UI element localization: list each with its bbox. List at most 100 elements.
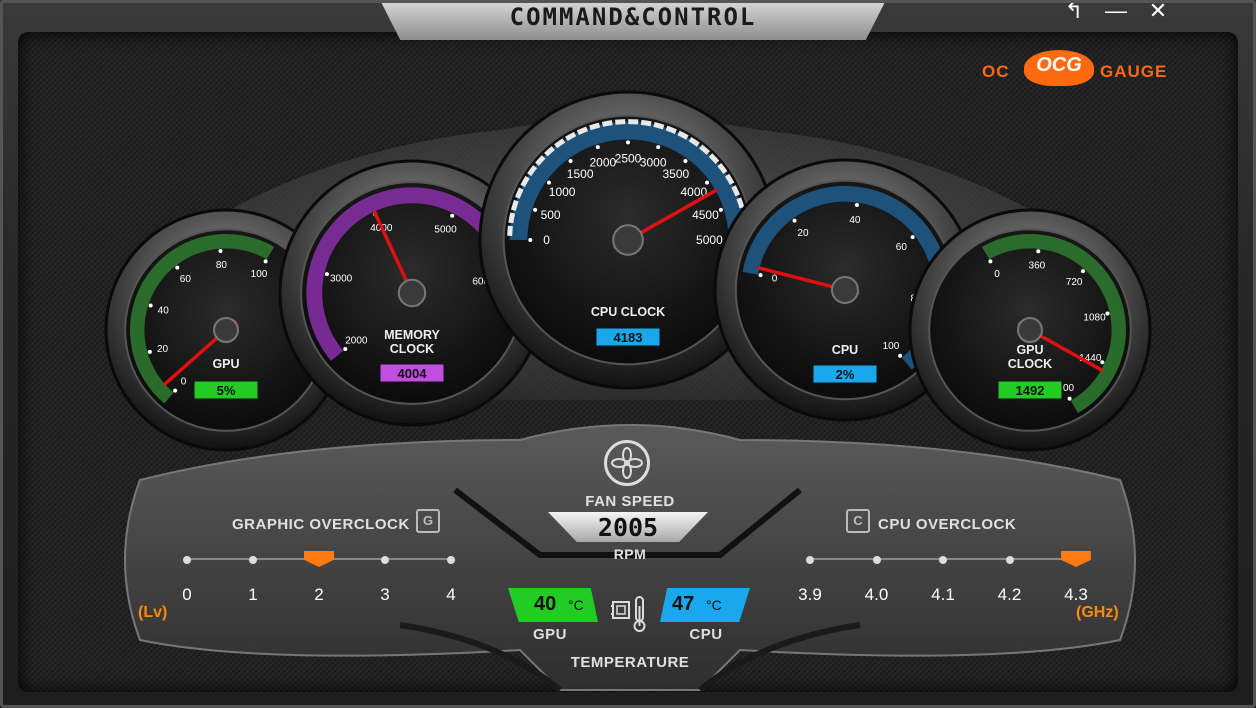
cpu-needle-hub [831,276,859,304]
gpu-tick-label: 100 [251,269,268,280]
cpu-label: CPU [832,343,858,357]
gpu-tick-label: 0 [181,377,187,388]
cpu-overclock-level-label: 4.2 [997,585,1022,604]
cpu-tick-label: 60 [896,242,908,253]
cpu-tick-label: 100 [883,341,900,352]
graphic-overclock-title: GRAPHIC OVERCLOCK [232,516,410,533]
graphic-overclock-level-dot[interactable] [183,556,191,564]
cpu-value-text: 2% [836,367,855,382]
cpu-clock-tick-label: 2500 [615,152,642,166]
cpu-temp-unit: °C [706,597,722,613]
cpu-overclock-level-label: 4.0 [864,585,889,604]
gpu-needle-hub [213,317,239,343]
gpu-clock-tick-dot [1080,269,1085,274]
cpu-temp-value: 47 [672,593,695,615]
cpu-clock-needle-hub [612,224,644,256]
cpu-clock-tick-dot [528,238,533,242]
gpu-clock-label: GPU [1016,343,1043,357]
graphic-overclock-level-dot[interactable] [249,556,257,564]
cpu-clock-tick-label: 0 [543,233,550,247]
gpu-tick-label: 20 [157,344,169,355]
gpu-clock-label: CLOCK [1008,357,1052,371]
gpu-clock-tick-label: 0 [994,269,1000,280]
memory-value-text: 4004 [398,366,428,381]
graphic-overclock-level-label: 3 [380,585,390,604]
cpu-clock-tick-label: 1000 [549,185,576,199]
cpu-tick-dot [792,218,797,223]
gpu-clock-tick-label: 360 [1029,260,1046,271]
cpu-clock-tick-label: 4500 [692,208,719,222]
fan-icon [604,440,650,486]
cpu-tick-dot [854,203,859,208]
memory-tick-label: 2000 [345,336,368,347]
cpu-tick-label: 40 [849,215,861,226]
graphic-overclock-level-label: 1 [248,585,258,604]
gpu-tick-dot [148,303,153,308]
fan-speed-title: FAN SPEED [585,493,675,510]
cpu-overclock-level-label: 3.9 [798,585,822,604]
cpu-tick-dot [898,353,903,358]
memory-tick-dot [450,213,455,218]
gpu-tick-label: 60 [180,274,192,285]
cpu-clock-tick-label: 2000 [589,156,616,170]
cpu-overclock-unit: (GHz) [1076,604,1119,621]
cpu-clock-tick-dot [705,180,710,185]
cpu-clock-tick-dot [595,145,600,150]
gpu-clock-tick-dot [988,259,993,264]
gpu-clock-tick-dot [1105,311,1110,316]
gpu-tick-dot [263,259,268,264]
gpu-temp-badge: 40 °C [508,588,598,622]
fan-speed-unit: RPM [613,546,647,562]
memory-label: MEMORY [384,328,440,342]
gpu-clock-tick-label: 1080 [1083,312,1106,323]
cpu-temp-badge: 47 °C [660,588,750,622]
cpu-tick-label: 0 [772,274,778,285]
gpu-tick-dot [147,349,152,354]
command-control-window: COMMAND&CONTROL ↰ — ✕ OC OCG GAUGE 0 20 40… [0,0,1256,708]
temperature-title: TEMPERATURE [570,654,690,671]
cpu-tick-dot [758,273,763,278]
gpu-clock-tick-dot [1036,249,1041,254]
memory-needle-hub [397,278,427,308]
graphic-overclock-unit: (Lv) [138,604,168,621]
memory-tick-label: 3000 [330,273,353,284]
gpu-tick-label: 40 [158,306,170,317]
gpu-tick-dot [175,265,180,270]
cpu-clock-tick-label: 5000 [696,233,723,247]
gpu-temp-label: GPU [532,626,567,643]
memory-label: CLOCK [390,342,434,356]
gpu-tick-dot [173,388,178,393]
cpu-clock-tick-label: 500 [541,208,561,222]
gpu-temp-value: 40 [534,593,557,615]
cpu-clock-value-text: 4183 [614,330,643,345]
thermometer-chip-icon [610,594,650,634]
cpu-overclock-level-dot[interactable] [1005,556,1014,564]
cpu-overclock-level-dot[interactable] [806,556,814,564]
graphic-overclock-level-dot[interactable] [447,556,455,564]
graphic-overclock-level-label: 0 [182,585,192,604]
graphic-overclock-level-dot[interactable] [381,556,389,564]
memory-tick-dot [343,346,348,351]
cpu-clock-tick-dot [656,145,661,150]
cpu-chip-icon: C [846,509,870,533]
cpu-overclock-level-label: 4.3 [1064,585,1088,604]
cpu-clock-tick-dot [718,207,723,212]
gpu-clock-needle-hub [1017,317,1043,343]
gpu-tick-dot [218,248,223,253]
cpu-overclock-level-dot[interactable] [872,556,881,564]
gpu-clock-gauge: 0360720108014401800GPUCLOCK1492 [908,208,1152,452]
gpu-chip-icon: G [416,509,440,533]
memory-tick-label: 5000 [434,225,457,236]
cpu-clock-tick-dot [626,140,630,145]
gpu-value-text: 5% [217,383,236,398]
cpu-overclock-level-label: 4.1 [931,585,955,604]
gpu-tick-label: 80 [216,260,228,271]
cpu-clock-label: CPU CLOCK [591,305,665,319]
cpu-clock-tick-dot [683,158,688,163]
cpu-clock-tick-label: 3500 [662,167,689,181]
graphic-overclock-level-label: 4 [446,585,456,604]
gpu-label: GPU [212,357,239,371]
cpu-clock-tick-dot [568,158,573,163]
cpu-overclock-level-dot[interactable] [939,556,947,564]
cpu-clock-tick-dot [546,180,551,185]
